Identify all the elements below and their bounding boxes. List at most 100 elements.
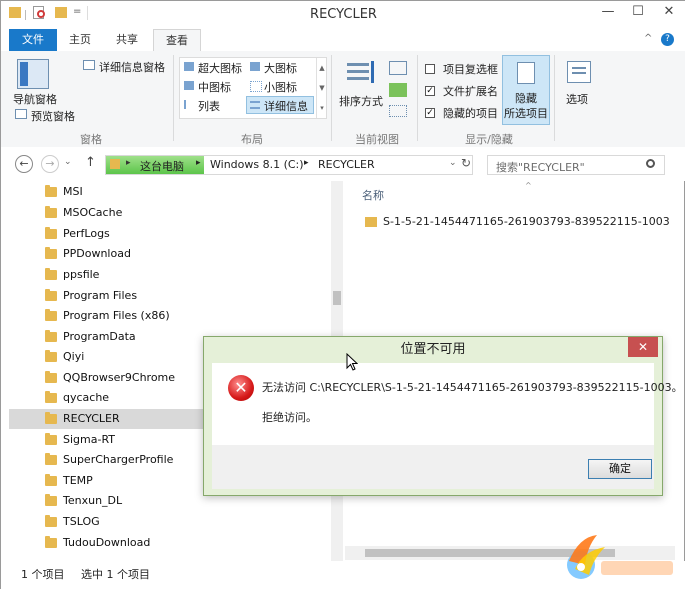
navigation-pane-button[interactable]: 导航窗格 (13, 91, 57, 107)
ribbon-separator (173, 55, 174, 141)
folder-icon (45, 515, 57, 527)
layout-small-icons[interactable]: 小图标 (264, 79, 297, 95)
layout-details-selected[interactable]: 详细信息 (246, 96, 314, 114)
file-extensions-checkbox[interactable]: ✓ (425, 86, 435, 96)
group-label-show-hide: 显示/隐藏 (465, 133, 513, 146)
preview-pane-icon (15, 109, 27, 119)
address-box[interactable]: ▸ 这台电脑 ▸ Windows 8.1 (C:) ▸ RECYCLER (105, 155, 473, 175)
search-icon[interactable] (646, 159, 655, 168)
hide-selected-button[interactable]: 隐藏 所选项目 (502, 55, 550, 125)
hide-selected-line2: 所选项目 (504, 107, 548, 120)
mouse-cursor-icon (346, 353, 358, 371)
item-count: 1 个项目 (21, 568, 65, 581)
close-button[interactable]: ✕ (653, 1, 685, 23)
navigation-pane-icon[interactable] (17, 59, 49, 89)
dialog-body: ✕ 无法访问 C:\RECYCLER\S-1-5-21-1454471165-2… (212, 363, 683, 445)
error-dialog: 位置不可用 ✕ ✕ 无法访问 C:\RECYCLER\S-1-5-21-1454… (203, 336, 683, 496)
ribbon-separator (331, 55, 332, 141)
dialog-detail: 拒绝访问。 (262, 411, 317, 424)
layout-details-label: 详细信息 (264, 100, 308, 113)
group-label-current-view: 当前视图 (355, 133, 399, 146)
collapse-ribbon-icon[interactable]: ^ (644, 33, 652, 44)
refresh-button[interactable]: ↻ (461, 156, 471, 170)
address-dropdown-icon[interactable]: ⌄ (449, 158, 457, 168)
folder-icon (45, 371, 57, 383)
tab-view[interactable]: 查看 (153, 29, 201, 51)
tab-file[interactable]: 文件 (9, 29, 57, 51)
folder-icon (45, 350, 57, 362)
back-button[interactable]: ← (15, 155, 33, 173)
title-bar: = RECYCLER — ☐ ✕ (1, 1, 685, 29)
layout-scroll[interactable]: ▲ ▼ ▾ (316, 58, 327, 118)
tab-home[interactable]: 主页 (59, 29, 101, 51)
nav-item[interactable]: MSI (9, 182, 344, 202)
large-icons-icon (250, 62, 260, 71)
minimize-button[interactable]: — (593, 1, 623, 23)
item-checkboxes-checkbox[interactable] (425, 64, 435, 74)
nav-item[interactable]: PerfLogs (9, 224, 344, 244)
folder-icon (45, 453, 57, 465)
window-title: RECYCLER (310, 7, 377, 22)
nav-scroll-thumb[interactable] (333, 291, 341, 305)
tab-share[interactable]: 共享 (105, 29, 149, 51)
options-button[interactable]: 选项 (566, 91, 588, 107)
crumb-drive[interactable]: Windows 8.1 (C:) (210, 158, 304, 171)
layout-list[interactable]: 列表 (198, 98, 220, 114)
watermark-logo-icon (567, 535, 673, 579)
layout-medium-icons[interactable]: 中图标 (198, 79, 231, 95)
address-bar-row: ← → ⌄ ↑ ▸ 这台电脑 ▸ Windows 8.1 (C:) ▸ RECY… (1, 147, 685, 181)
maximize-button[interactable]: ☐ (623, 1, 653, 23)
crumb-this-pc[interactable]: 这台电脑 (140, 158, 184, 174)
folder-icon (45, 474, 57, 486)
details-pane-button[interactable]: 详细信息窗格 (99, 59, 165, 75)
sort-by-icon[interactable] (347, 61, 377, 89)
nav-item[interactable]: ppsfile (9, 265, 344, 285)
selected-count: 选中 1 个项目 (81, 568, 150, 581)
group-label-panes: 窗格 (80, 133, 102, 146)
item-checkboxes-label: 项目复选框 (443, 63, 498, 76)
forward-button[interactable]: → (41, 155, 59, 173)
crumb-separator: ▸ (126, 158, 131, 168)
dialog-title: 位置不可用 (400, 342, 466, 357)
ribbon: 导航窗格 预览窗格 详细信息窗格 窗格 超大图标 大图标 中图标 小图标 列表 … (1, 51, 685, 148)
dialog-message: 无法访问 C:\RECYCLER\S-1-5-21-1454471165-261… (262, 381, 683, 394)
add-columns-icon[interactable] (389, 83, 407, 97)
hide-selected-line1: 隐藏 (515, 92, 537, 105)
file-extensions-label: 文件扩展名 (443, 85, 498, 98)
layout-large-icons[interactable]: 大图标 (264, 60, 297, 76)
sort-arrow-icon: ^ (525, 181, 532, 190)
nav-item[interactable]: TSLOG (9, 512, 344, 532)
folder-icon (45, 185, 57, 197)
up-button[interactable]: ↑ (85, 155, 96, 170)
ok-button[interactable]: 确定 (588, 459, 652, 479)
options-icon[interactable] (567, 61, 591, 83)
folder-icon (45, 206, 57, 218)
search-input[interactable]: 搜索"RECYCLER" (487, 155, 665, 175)
file-name: S-1-5-21-1454471165-261903793-839522115-… (383, 215, 670, 228)
small-icons-icon (250, 81, 262, 92)
folder-icon (45, 309, 57, 321)
medium-icons-icon (184, 81, 194, 90)
folder-icon (45, 268, 57, 280)
nav-item[interactable]: PPDownload (9, 244, 344, 264)
layout-extra-large-icons[interactable]: 超大图标 (198, 60, 242, 76)
nav-item[interactable]: MSOCache (9, 203, 344, 223)
hidden-items-label: 隐藏的项目 (443, 107, 498, 120)
error-icon: ✕ (228, 375, 254, 401)
folder-icon (365, 217, 377, 227)
nav-item[interactable]: TudouDownload (9, 533, 344, 553)
hidden-items-checkbox[interactable]: ✓ (425, 108, 435, 118)
crumb-recycler[interactable]: RECYCLER (318, 158, 375, 171)
column-header-name[interactable]: 名称 (362, 187, 384, 203)
nav-item[interactable]: Program Files (x86) (9, 306, 344, 326)
nav-item[interactable]: Program Files (9, 286, 344, 306)
recent-locations-icon[interactable]: ⌄ (64, 157, 72, 167)
crumb-separator: ▸ (196, 158, 201, 168)
size-columns-icon[interactable] (389, 105, 407, 117)
preview-pane-button[interactable]: 预览窗格 (31, 108, 75, 124)
sort-by-button[interactable]: 排序方式 (339, 93, 383, 109)
extra-large-icons-icon (184, 62, 194, 71)
group-by-icon[interactable] (389, 61, 407, 75)
dialog-close-button[interactable]: ✕ (628, 337, 658, 357)
help-icon[interactable]: ? (661, 33, 674, 46)
